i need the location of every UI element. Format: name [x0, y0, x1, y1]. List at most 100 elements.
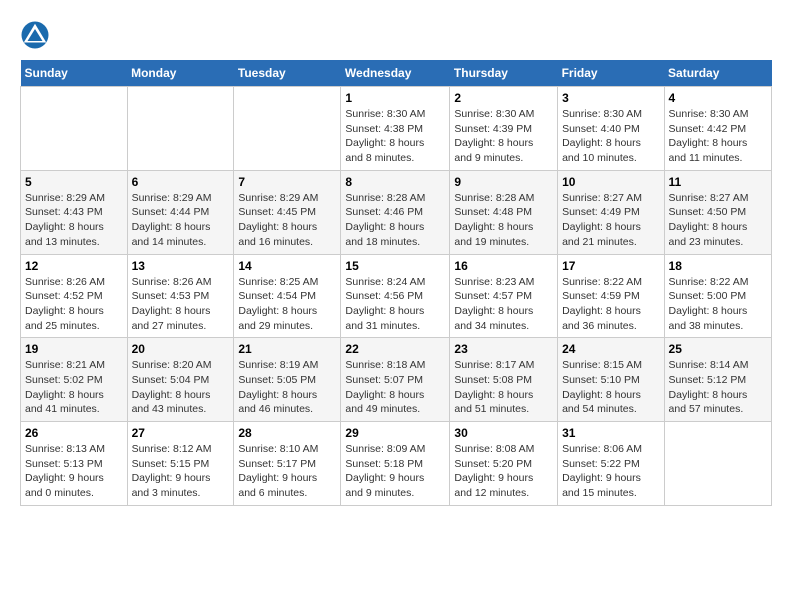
day-number: 28 — [238, 426, 336, 440]
calendar-cell — [234, 87, 341, 171]
calendar-header-row: SundayMondayTuesdayWednesdayThursdayFrid… — [21, 60, 772, 87]
day-info: Sunrise: 8:30 AMSunset: 4:40 PMDaylight:… — [562, 107, 659, 166]
calendar-cell — [21, 87, 128, 171]
day-number: 26 — [25, 426, 123, 440]
day-number: 13 — [132, 259, 230, 273]
day-info: Sunrise: 8:08 AMSunset: 5:20 PMDaylight:… — [454, 442, 553, 501]
day-number: 12 — [25, 259, 123, 273]
calendar-cell: 13 Sunrise: 8:26 AMSunset: 4:53 PMDayligh… — [127, 254, 234, 338]
calendar-cell: 25 Sunrise: 8:14 AMSunset: 5:12 PMDayligh… — [664, 338, 771, 422]
column-header-wednesday: Wednesday — [341, 60, 450, 87]
day-number: 15 — [345, 259, 445, 273]
calendar-cell: 3 Sunrise: 8:30 AMSunset: 4:40 PMDaylight… — [558, 87, 664, 171]
day-info: Sunrise: 8:26 AMSunset: 4:53 PMDaylight:… — [132, 275, 230, 334]
column-header-thursday: Thursday — [450, 60, 558, 87]
column-header-friday: Friday — [558, 60, 664, 87]
day-info: Sunrise: 8:06 AMSunset: 5:22 PMDaylight:… — [562, 442, 659, 501]
day-info: Sunrise: 8:28 AMSunset: 4:46 PMDaylight:… — [345, 191, 445, 250]
day-info: Sunrise: 8:29 AMSunset: 4:44 PMDaylight:… — [132, 191, 230, 250]
column-header-tuesday: Tuesday — [234, 60, 341, 87]
day-number: 9 — [454, 175, 553, 189]
day-number: 17 — [562, 259, 659, 273]
day-number: 30 — [454, 426, 553, 440]
day-number: 3 — [562, 91, 659, 105]
column-header-monday: Monday — [127, 60, 234, 87]
calendar-cell: 14Sunrise: 8:25 AMSunset: 4:54 PMDayligh… — [234, 254, 341, 338]
calendar-cell — [127, 87, 234, 171]
day-number: 21 — [238, 342, 336, 356]
calendar-cell: 6 Sunrise: 8:29 AMSunset: 4:44 PMDaylight… — [127, 170, 234, 254]
day-number: 29 — [345, 426, 445, 440]
calendar-cell: 20Sunrise: 8:20 AMSunset: 5:04 PMDayligh… — [127, 338, 234, 422]
day-info: Sunrise: 8:20 AMSunset: 5:04 PMDaylight:… — [132, 358, 230, 417]
day-number: 18 — [669, 259, 767, 273]
calendar-week-3: 12 Sunrise: 8:26 AMSunset: 4:52 PMDayligh… — [21, 254, 772, 338]
calendar-cell: 27 Sunrise: 8:12 AMSunset: 5:15 PMDayligh… — [127, 422, 234, 506]
logo — [20, 20, 54, 50]
calendar-cell: 21Sunrise: 8:19 AMSunset: 5:05 PMDayligh… — [234, 338, 341, 422]
day-info: Sunrise: 8:15 AMSunset: 5:10 PMDaylight:… — [562, 358, 659, 417]
calendar-cell: 5 Sunrise: 8:29 AMSunset: 4:43 PMDaylight… — [21, 170, 128, 254]
day-info: Sunrise: 8:12 AMSunset: 5:15 PMDaylight:… — [132, 442, 230, 501]
day-number: 11 — [669, 175, 767, 189]
day-number: 7 — [238, 175, 336, 189]
calendar-cell: 12 Sunrise: 8:26 AMSunset: 4:52 PMDayligh… — [21, 254, 128, 338]
day-info: Sunrise: 8:22 AMSunset: 5:00 PMDaylight:… — [669, 275, 767, 334]
calendar-cell: 4 Sunrise: 8:30 AMSunset: 4:42 PMDaylight… — [664, 87, 771, 171]
day-number: 5 — [25, 175, 123, 189]
calendar-cell: 7Sunrise: 8:29 AMSunset: 4:45 PMDaylight… — [234, 170, 341, 254]
day-number: 14 — [238, 259, 336, 273]
day-info: Sunrise: 8:28 AMSunset: 4:48 PMDaylight:… — [454, 191, 553, 250]
calendar-cell: 22 Sunrise: 8:18 AMSunset: 5:07 PMDayligh… — [341, 338, 450, 422]
day-number: 2 — [454, 91, 553, 105]
day-info: Sunrise: 8:18 AMSunset: 5:07 PMDaylight:… — [345, 358, 445, 417]
day-number: 10 — [562, 175, 659, 189]
calendar-week-2: 5 Sunrise: 8:29 AMSunset: 4:43 PMDaylight… — [21, 170, 772, 254]
day-number: 22 — [345, 342, 445, 356]
day-number: 16 — [454, 259, 553, 273]
day-number: 6 — [132, 175, 230, 189]
calendar-cell: 29 Sunrise: 8:09 AMSunset: 5:18 PMDayligh… — [341, 422, 450, 506]
day-info: Sunrise: 8:27 AMSunset: 4:49 PMDaylight:… — [562, 191, 659, 250]
day-info: Sunrise: 8:09 AMSunset: 5:18 PMDaylight:… — [345, 442, 445, 501]
day-info: Sunrise: 8:29 AMSunset: 4:43 PMDaylight:… — [25, 191, 123, 250]
day-info: Sunrise: 8:26 AMSunset: 4:52 PMDaylight:… — [25, 275, 123, 334]
day-number: 8 — [345, 175, 445, 189]
calendar-cell: 1 Sunrise: 8:30 AMSunset: 4:38 PMDaylight… — [341, 87, 450, 171]
calendar-cell: 19 Sunrise: 8:21 AMSunset: 5:02 PMDayligh… — [21, 338, 128, 422]
day-number: 27 — [132, 426, 230, 440]
day-info: Sunrise: 8:10 AMSunset: 5:17 PMDaylight:… — [238, 442, 336, 501]
calendar-table: SundayMondayTuesdayWednesdayThursdayFrid… — [20, 60, 772, 506]
day-number: 23 — [454, 342, 553, 356]
day-number: 31 — [562, 426, 659, 440]
day-number: 25 — [669, 342, 767, 356]
day-info: Sunrise: 8:30 AMSunset: 4:42 PMDaylight:… — [669, 107, 767, 166]
day-info: Sunrise: 8:22 AMSunset: 4:59 PMDaylight:… — [562, 275, 659, 334]
day-info: Sunrise: 8:23 AMSunset: 4:57 PMDaylight:… — [454, 275, 553, 334]
calendar-cell: 31 Sunrise: 8:06 AMSunset: 5:22 PMDayligh… — [558, 422, 664, 506]
calendar-cell — [664, 422, 771, 506]
calendar-week-1: 1 Sunrise: 8:30 AMSunset: 4:38 PMDaylight… — [21, 87, 772, 171]
day-number: 1 — [345, 91, 445, 105]
day-info: Sunrise: 8:24 AMSunset: 4:56 PMDaylight:… — [345, 275, 445, 334]
calendar-cell: 15 Sunrise: 8:24 AMSunset: 4:56 PMDayligh… — [341, 254, 450, 338]
day-info: Sunrise: 8:21 AMSunset: 5:02 PMDaylight:… — [25, 358, 123, 417]
calendar-cell: 24 Sunrise: 8:15 AMSunset: 5:10 PMDayligh… — [558, 338, 664, 422]
day-number: 19 — [25, 342, 123, 356]
day-info: Sunrise: 8:14 AMSunset: 5:12 PMDaylight:… — [669, 358, 767, 417]
day-info: Sunrise: 8:30 AMSunset: 4:39 PMDaylight:… — [454, 107, 553, 166]
calendar-cell: 30 Sunrise: 8:08 AMSunset: 5:20 PMDayligh… — [450, 422, 558, 506]
calendar-cell: 17 Sunrise: 8:22 AMSunset: 4:59 PMDayligh… — [558, 254, 664, 338]
day-number: 24 — [562, 342, 659, 356]
calendar-cell: 2 Sunrise: 8:30 AMSunset: 4:39 PMDaylight… — [450, 87, 558, 171]
column-header-saturday: Saturday — [664, 60, 771, 87]
day-number: 4 — [669, 91, 767, 105]
day-info: Sunrise: 8:30 AMSunset: 4:38 PMDaylight:… — [345, 107, 445, 166]
day-info: Sunrise: 8:27 AMSunset: 4:50 PMDaylight:… — [669, 191, 767, 250]
calendar-cell: 11 Sunrise: 8:27 AMSunset: 4:50 PMDayligh… — [664, 170, 771, 254]
logo-icon — [20, 20, 50, 50]
calendar-cell: 23Sunrise: 8:17 AMSunset: 5:08 PMDayligh… — [450, 338, 558, 422]
calendar-week-4: 19 Sunrise: 8:21 AMSunset: 5:02 PMDayligh… — [21, 338, 772, 422]
calendar-cell: 9 Sunrise: 8:28 AMSunset: 4:48 PMDaylight… — [450, 170, 558, 254]
calendar-cell: 16 Sunrise: 8:23 AMSunset: 4:57 PMDayligh… — [450, 254, 558, 338]
